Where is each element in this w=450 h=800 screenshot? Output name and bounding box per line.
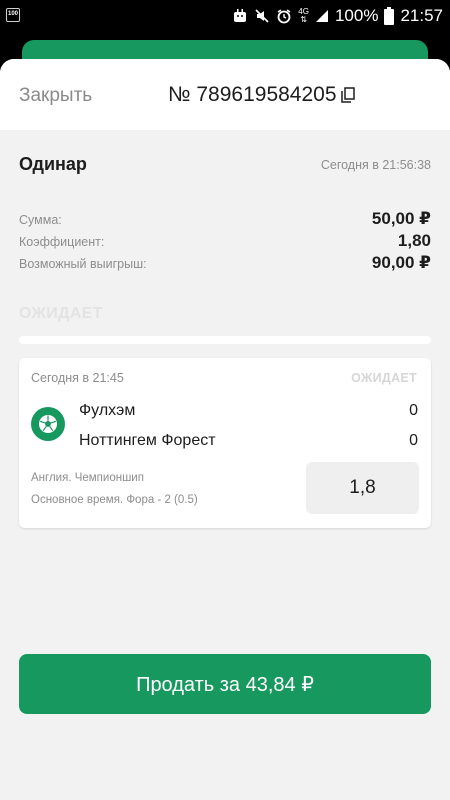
- sum-label: Сумма:: [19, 213, 62, 227]
- alarm-icon: [276, 8, 292, 24]
- sum-row: Сумма: 50,00 ₽: [19, 209, 431, 229]
- sell-button[interactable]: Продать за 43,84 ₽: [19, 654, 431, 714]
- sum-value: 50,00 ₽: [371, 209, 431, 228]
- signal-icon: [315, 9, 329, 23]
- bet-time: Сегодня в 21:56:38: [320, 158, 431, 172]
- close-button[interactable]: Закрыть: [19, 85, 92, 107]
- bet-number: № 789619584205: [168, 83, 337, 106]
- bet-type: Одинар: [19, 154, 87, 174]
- status-bar: 100 4G ⇅ 100% 21:57: [0, 0, 450, 32]
- event-time: Сегодня в 21:45: [31, 371, 124, 385]
- battery-percent: 100%: [334, 6, 379, 25]
- bet-details-sheet: Закрыть № 789619584205 Одинар Сегодня в …: [0, 59, 450, 800]
- soccer-ball-icon: [31, 407, 65, 441]
- bet-status: ОЖИДАЕТ: [19, 305, 103, 322]
- event-status: ОЖИДАЕТ: [351, 371, 417, 385]
- possible-win-value: 90,00 ₽: [371, 253, 431, 272]
- sheet-header: Закрыть № 789619584205: [0, 59, 450, 130]
- league-name: Англия. Чемпионшип: [31, 472, 144, 484]
- status-icons: 4G ⇅ 100% 21:57: [232, 0, 443, 32]
- network-type-icon: 4G ⇅: [298, 7, 309, 24]
- possible-win-label: Возможный выигрыш:: [19, 257, 147, 271]
- mute-icon: [254, 8, 270, 24]
- market-name: Основное время. Фора - 2 (0.5): [31, 494, 198, 506]
- android-icon: [232, 8, 248, 24]
- coefficient-value: 1,80: [397, 231, 431, 250]
- battery-icon: [384, 7, 395, 25]
- team-away: Ноттингем Форест: [79, 432, 216, 449]
- event-card: Сегодня в 21:45 ОЖИДАЕТ Фулхэм 0 Ноттинг…: [19, 358, 431, 528]
- bet-number-wrap: № 789619584205: [168, 83, 357, 107]
- divider-bar: [19, 336, 431, 344]
- clock: 21:57: [400, 6, 443, 25]
- coefficient-row: Коэффициент: 1,80: [19, 231, 431, 251]
- copy-icon[interactable]: [340, 87, 357, 103]
- notification-badge: 100: [6, 8, 20, 22]
- odds-value[interactable]: 1,8: [306, 462, 419, 514]
- score-home: 0: [409, 402, 418, 419]
- score-away: 0: [409, 432, 418, 449]
- team-home: Фулхэм: [79, 402, 136, 419]
- coefficient-label: Коэффициент:: [19, 235, 105, 249]
- possible-win-row: Возможный выигрыш: 90,00 ₽: [19, 253, 431, 273]
